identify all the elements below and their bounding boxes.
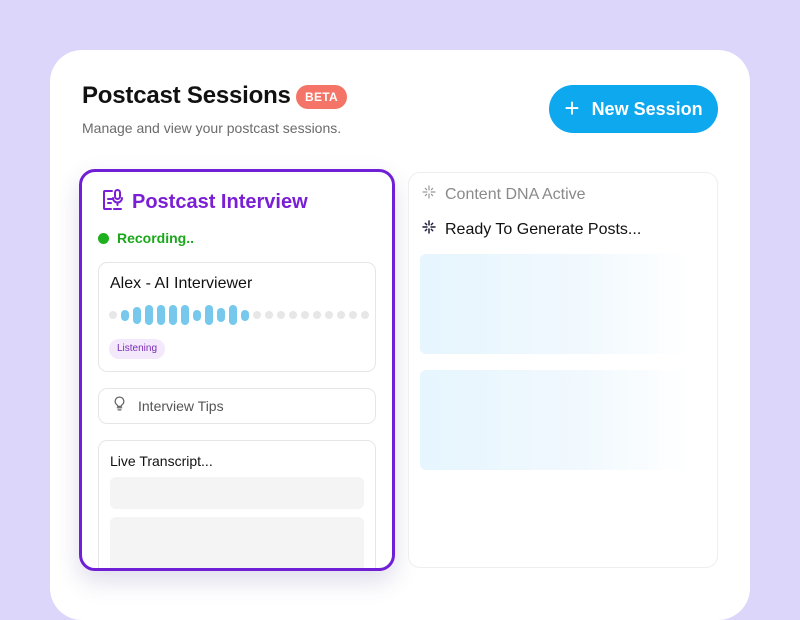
waveform-bar: [181, 305, 189, 325]
post-placeholder: [420, 254, 692, 354]
ready-label: Ready To Generate Posts...: [445, 220, 642, 238]
content-dna-status: Content DNA Active: [421, 184, 586, 205]
waveform-bar: [145, 305, 153, 325]
plus-icon: +: [564, 92, 580, 123]
waveform-bar: [289, 311, 297, 319]
waveform-bar: [109, 311, 117, 319]
interviewer-card: Alex - AI Interviewer Listening: [98, 262, 376, 372]
waveform-bar: [301, 311, 309, 319]
sessions-window: Postcast Sessions BETA Manage and view y…: [50, 50, 750, 620]
interviewer-name: Alex - AI Interviewer: [110, 275, 253, 292]
waveform-bar: [349, 311, 357, 319]
waveform-bar: [121, 309, 129, 321]
recording-label: Recording..: [117, 230, 195, 246]
page-title: Postcast Sessions: [82, 82, 291, 109]
new-session-button[interactable]: + New Session: [549, 85, 718, 133]
interview-panel-header: Postcast Interview: [100, 188, 308, 217]
waveform-bar: [265, 311, 273, 319]
content-panel: Content DNA Active Ready To Generate Pos…: [408, 172, 718, 568]
live-transcript-card: Live Transcript...: [98, 440, 376, 568]
waveform-bar: [277, 311, 285, 319]
waveform-bar: [313, 311, 321, 319]
recording-status: Recording..: [98, 230, 194, 246]
interview-panel-title: Postcast Interview: [132, 191, 308, 213]
waveform-bar: [205, 305, 213, 325]
sparkle-icon: [421, 184, 437, 205]
interview-panel: Postcast Interview Recording.. Alex - AI…: [79, 169, 395, 571]
waveform-bar: [133, 306, 141, 324]
listening-badge: Listening: [109, 339, 166, 359]
audio-waveform: [109, 303, 369, 327]
waveform-bar: [253, 311, 261, 319]
transcript-placeholder-block: [110, 517, 364, 568]
waveform-bar: [169, 305, 177, 325]
interview-tips-label: Interview Tips: [138, 398, 224, 414]
waveform-bar: [361, 311, 369, 319]
recording-dot: [98, 232, 109, 244]
waveform-bar: [325, 311, 333, 319]
lightbulb-icon: [111, 395, 128, 417]
new-session-label: New Session: [591, 98, 703, 119]
waveform-bar: [193, 309, 201, 321]
sparkle-icon: [421, 219, 437, 240]
waveform-bar: [157, 305, 165, 325]
live-transcript-title: Live Transcript...: [110, 453, 213, 469]
page-subtitle: Manage and view your postcast sessions.: [82, 120, 342, 136]
post-placeholder: [420, 370, 692, 470]
waveform-bar: [337, 311, 345, 319]
ready-status: Ready To Generate Posts...: [421, 219, 641, 240]
content-dna-label: Content DNA Active: [445, 185, 586, 203]
transcript-placeholder-line: [110, 477, 364, 509]
waveform-bar: [241, 309, 249, 321]
document-mic-icon: [100, 188, 124, 217]
waveform-bar: [217, 308, 225, 322]
interview-tips-button[interactable]: Interview Tips: [98, 388, 376, 424]
beta-badge: BETA: [296, 85, 347, 109]
waveform-bar: [229, 305, 237, 325]
